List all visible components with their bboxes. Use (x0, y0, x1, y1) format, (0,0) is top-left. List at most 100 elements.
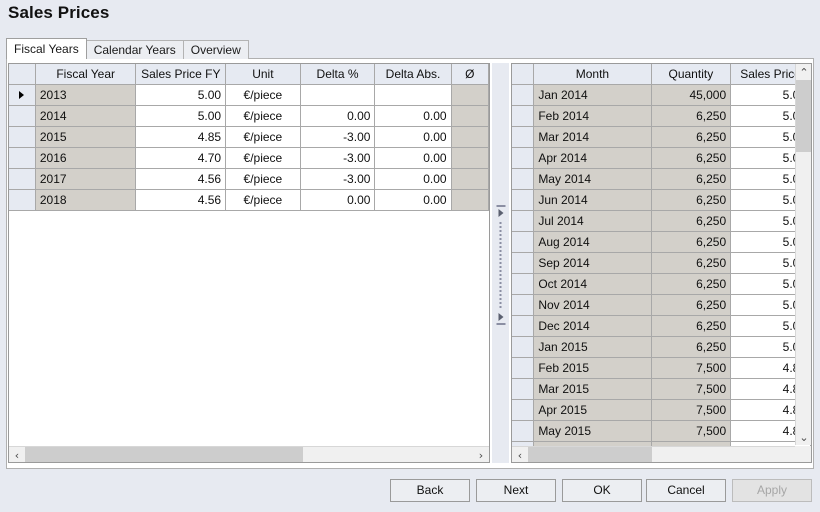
cell-month[interactable]: Apr 2014 (534, 147, 651, 168)
row-selector-cell[interactable] (9, 168, 35, 189)
cell-month[interactable]: Apr 2015 (534, 399, 651, 420)
table-row[interactable]: Jan 201445,0005.00 (512, 84, 811, 105)
row-selector-cell[interactable] (512, 126, 534, 147)
column-header-delta_abs[interactable]: Delta Abs. (375, 64, 451, 84)
table-row[interactable]: May 20146,2505.00 (512, 168, 811, 189)
cell-month[interactable]: Dec 2014 (534, 315, 651, 336)
months-horizontal-scroll-left-button[interactable]: ‹ (512, 447, 528, 463)
next-button[interactable]: Next (476, 479, 556, 502)
months-vertical-scroll-thumb[interactable] (796, 80, 812, 152)
cell-quantity[interactable]: 6,250 (651, 147, 731, 168)
row-selector-header[interactable] (9, 64, 35, 84)
row-selector-cell[interactable] (9, 147, 35, 168)
column-header-price[interactable]: Sales Price FY (136, 64, 226, 84)
cell-delta_abs[interactable] (375, 84, 451, 105)
splitter-arrow-top-icon[interactable] (498, 209, 503, 217)
cell-year[interactable]: 2017 (35, 168, 136, 189)
cell-quantity[interactable]: 6,250 (651, 105, 731, 126)
cell-price[interactable]: 5.00 (136, 105, 226, 126)
row-selector-cell[interactable] (512, 189, 534, 210)
row-selector-cell[interactable] (512, 105, 534, 126)
splitter-arrow-bottom-icon[interactable] (498, 313, 503, 321)
table-row[interactable]: Mar 20157,5004.85 (512, 378, 811, 399)
table-row[interactable]: Sep 20146,2505.00 (512, 252, 811, 273)
row-selector-cell[interactable] (9, 105, 35, 126)
cell-month[interactable]: Mar 2015 (534, 378, 651, 399)
cell-month[interactable]: Jun 2014 (534, 189, 651, 210)
table-row[interactable]: Oct 20146,2505.00 (512, 273, 811, 294)
table-row[interactable]: 20135.00€/piece (9, 84, 489, 105)
row-selector-cell[interactable] (9, 84, 35, 105)
cell-month[interactable]: Sep 2014 (534, 252, 651, 273)
table-row[interactable]: Apr 20146,2505.00 (512, 147, 811, 168)
splitter-grip[interactable] (496, 205, 505, 325)
table-row[interactable]: Feb 20146,2505.00 (512, 105, 811, 126)
cell-unit[interactable]: €/piece (226, 168, 301, 189)
months-vertical-scrollbar[interactable]: ⌃⌄ (795, 64, 811, 445)
table-row[interactable]: Dec 20146,2505.00 (512, 315, 811, 336)
months-horizontal-scroll-thumb[interactable] (528, 447, 652, 463)
column-header-quantity[interactable]: Quantity (651, 64, 731, 84)
cell-year[interactable]: 2018 (35, 189, 136, 210)
table-row[interactable]: May 20157,5004.85 (512, 420, 811, 441)
fiscal-years-grid-body[interactable]: Fiscal YearSales Price FYUnitDelta %Delt… (9, 64, 489, 462)
cell-quantity[interactable]: 7,500 (651, 399, 731, 420)
cell-month[interactable]: Jan 2014 (534, 84, 651, 105)
row-selector-cell[interactable] (512, 315, 534, 336)
cell-delta_abs[interactable]: 0.00 (375, 147, 451, 168)
column-header-unit[interactable]: Unit (226, 64, 301, 84)
cell-quantity[interactable]: 6,250 (651, 189, 731, 210)
cell-quantity[interactable]: 6,250 (651, 315, 731, 336)
cell-delta_pct[interactable]: 0.00 (300, 105, 375, 126)
row-selector-cell[interactable] (512, 294, 534, 315)
row-selector-cell[interactable] (512, 399, 534, 420)
table-row[interactable]: 20164.70€/piece-3.000.00 (9, 147, 489, 168)
cell-delta_pct[interactable]: -3.00 (300, 168, 375, 189)
row-selector-cell[interactable] (9, 126, 35, 147)
cell-quantity[interactable]: 6,250 (651, 126, 731, 147)
cell-quantity[interactable]: 7,500 (651, 420, 731, 441)
row-selector-cell[interactable] (512, 273, 534, 294)
row-selector-header[interactable] (512, 64, 534, 84)
cell-quantity[interactable]: 6,250 (651, 336, 731, 357)
column-header-month[interactable]: Month (534, 64, 651, 84)
months-table[interactable]: MonthQuantitySales PriceJan 201445,0005.… (512, 64, 811, 462)
cell-year[interactable]: 2016 (35, 147, 136, 168)
row-selector-cell[interactable] (512, 231, 534, 252)
cell-month[interactable]: Oct 2014 (534, 273, 651, 294)
row-selector-cell[interactable] (512, 420, 534, 441)
cell-year[interactable]: 2015 (35, 126, 136, 147)
table-row[interactable]: Apr 20157,5004.85 (512, 399, 811, 420)
cell-quantity[interactable]: 7,500 (651, 378, 731, 399)
cell-price[interactable]: 5.00 (136, 84, 226, 105)
months-grid-body[interactable]: MonthQuantitySales PriceJan 201445,0005.… (512, 64, 811, 462)
cell-delta_abs[interactable]: 0.00 (375, 189, 451, 210)
table-row[interactable]: Mar 20146,2505.00 (512, 126, 811, 147)
fiscal-years-table[interactable]: Fiscal YearSales Price FYUnitDelta %Delt… (9, 64, 489, 211)
fiscal-years-horizontal-scroll-right-button[interactable]: › (473, 447, 489, 463)
fiscal-years-horizontal-scroll-thumb[interactable] (25, 447, 303, 463)
months-grid[interactable]: MonthQuantitySales PriceJan 201445,0005.… (511, 63, 812, 463)
table-row[interactable]: Aug 20146,2505.00 (512, 231, 811, 252)
cell-delta_abs[interactable]: 0.00 (375, 126, 451, 147)
column-header-year[interactable]: Fiscal Year (35, 64, 136, 84)
table-row[interactable]: 20154.85€/piece-3.000.00 (9, 126, 489, 147)
table-row[interactable]: 20174.56€/piece-3.000.00 (9, 168, 489, 189)
row-selector-cell[interactable] (512, 147, 534, 168)
row-selector-cell[interactable] (512, 84, 534, 105)
table-row[interactable]: Jun 20146,2505.00 (512, 189, 811, 210)
cancel-button[interactable]: Cancel (646, 479, 726, 502)
cell-quantity[interactable]: 7,500 (651, 357, 731, 378)
cell-quantity[interactable]: 6,250 (651, 273, 731, 294)
cell-unit[interactable]: €/piece (226, 147, 301, 168)
row-selector-cell[interactable] (512, 252, 534, 273)
table-row[interactable]: 20145.00€/piece0.000.00 (9, 105, 489, 126)
cell-delta_pct[interactable]: -3.00 (300, 147, 375, 168)
row-selector-cell[interactable] (512, 378, 534, 399)
cell-price[interactable]: 4.70 (136, 147, 226, 168)
cell-delta_pct[interactable]: -3.00 (300, 126, 375, 147)
fiscal-years-horizontal-scrollbar[interactable]: ‹› (9, 446, 489, 462)
cell-delta_pct[interactable]: 0.00 (300, 189, 375, 210)
table-row[interactable]: Nov 20146,2505.00 (512, 294, 811, 315)
tab-overview[interactable]: Overview (183, 40, 249, 59)
